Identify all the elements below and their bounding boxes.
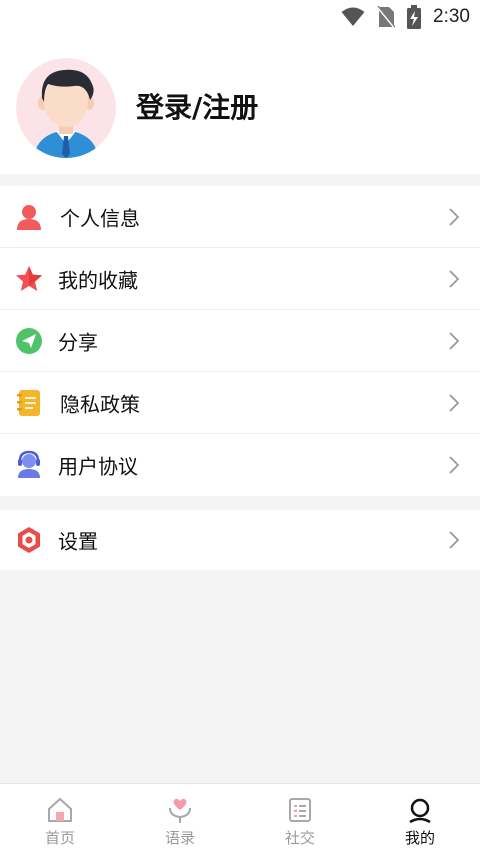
chevron-right-icon — [449, 331, 460, 350]
notebook-icon — [17, 389, 40, 416]
wifi-icon — [341, 7, 365, 26]
status-bar: 2:30 — [0, 0, 480, 34]
menu-item-label: 个人信息 — [60, 206, 140, 230]
menu-item-privacy-policy[interactable]: 隐私政策 — [0, 372, 480, 434]
hexagon-settings-icon — [18, 527, 40, 553]
tab-home[interactable]: 首页 — [0, 784, 120, 856]
chevron-right-icon — [449, 269, 460, 288]
profile-icon — [409, 798, 431, 824]
paper-plane-icon — [16, 327, 42, 354]
menu-item-label: 用户协议 — [58, 454, 138, 479]
menu-item-label: 分享 — [58, 330, 98, 354]
chevron-right-icon — [449, 207, 460, 226]
status-icons: 2:30 — [341, 4, 470, 30]
menu-item-personal-info[interactable]: 个人信息 — [0, 186, 480, 248]
status-time: 2:30 — [433, 6, 470, 27]
person-icon — [17, 204, 41, 230]
tab-label: 我的 — [404, 829, 435, 847]
menu-item-share[interactable]: 分享 — [0, 310, 480, 372]
headset-user-icon — [18, 450, 40, 478]
menu-item-label: 设置 — [58, 529, 98, 554]
login-register-link[interactable]: 登录/注册 — [136, 86, 258, 126]
bottom-tab-bar: 首页 语录 社交 我的 — [0, 783, 480, 856]
tab-label: 首页 — [44, 829, 75, 847]
chevron-right-icon — [449, 456, 460, 474]
profile-header[interactable]: 登录/注册 — [0, 34, 480, 174]
battery-charging-icon — [407, 5, 422, 29]
tab-label: 社交 — [284, 829, 315, 847]
menu-group-main: 个人信息 我的收藏 分享 隐私政策 用户协议 — [0, 186, 480, 496]
menu-item-user-agreement[interactable]: 用户协议 — [0, 434, 480, 496]
list-icon — [289, 798, 311, 822]
home-icon — [48, 797, 72, 822]
star-icon — [16, 265, 42, 291]
tab-quotes[interactable]: 语录 — [120, 784, 240, 856]
menu-item-favorites[interactable]: 我的收藏 — [0, 248, 480, 310]
chevron-right-icon — [449, 531, 460, 549]
heart-hands-icon — [169, 798, 191, 823]
menu-item-settings[interactable]: 设置 — [0, 510, 480, 570]
no-sim-icon — [377, 6, 396, 28]
tab-label: 语录 — [164, 829, 195, 847]
menu-item-label: 我的收藏 — [58, 268, 138, 292]
tab-social[interactable]: 社交 — [240, 784, 360, 856]
chevron-right-icon — [449, 393, 460, 412]
user-avatar-icon[interactable] — [16, 58, 116, 158]
menu-item-label: 隐私政策 — [60, 392, 140, 416]
tab-mine[interactable]: 我的 — [360, 784, 480, 856]
menu-group-settings: 设置 — [0, 510, 480, 570]
